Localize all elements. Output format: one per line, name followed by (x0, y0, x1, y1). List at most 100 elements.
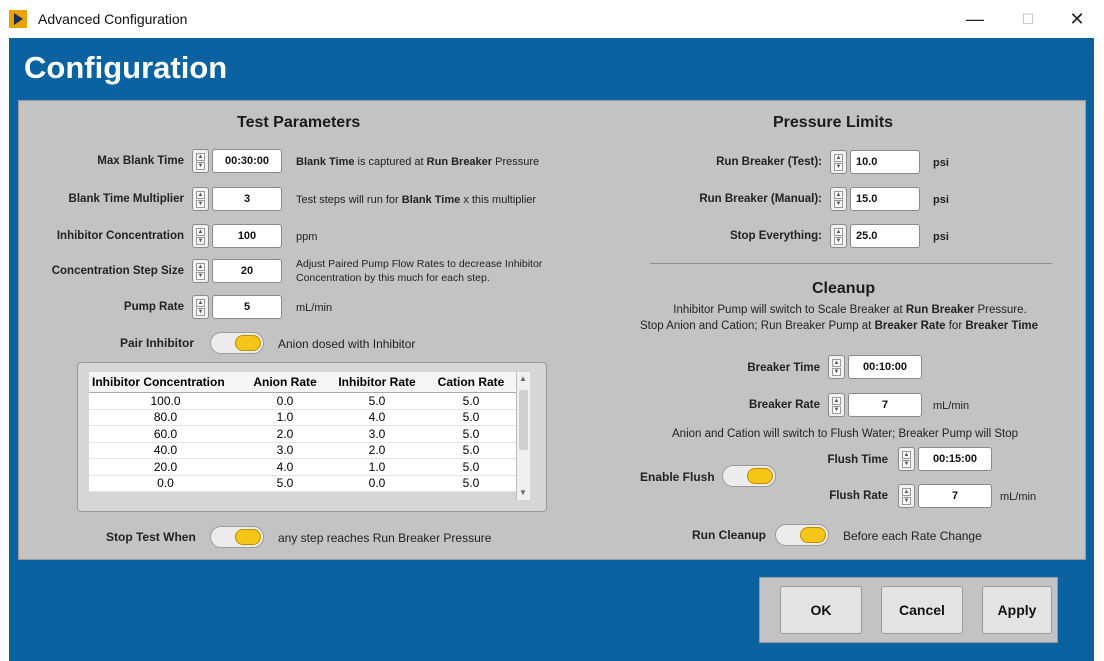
table-cell[interactable]: 3.0 (242, 442, 328, 459)
spin-up-icon[interactable]: ▲ (196, 153, 205, 161)
ok-button[interactable]: OK (780, 586, 862, 634)
table-cell[interactable]: 1.0 (328, 458, 426, 476)
spin-up-icon[interactable]: ▲ (832, 397, 841, 405)
spin-down-icon[interactable]: ▼ (196, 237, 205, 245)
table-cell[interactable]: 0.0 (89, 475, 242, 492)
breaker-rate-spinner[interactable]: ▲ ▼ (828, 393, 845, 417)
table-cell[interactable]: 5.0 (426, 392, 516, 410)
pump-rate-input[interactable]: 5 (212, 295, 282, 319)
scroll-up-icon[interactable]: ▲ (519, 374, 527, 383)
table-scrollbar[interactable]: ▲ ▼ (516, 372, 530, 500)
inhibitor-concentration-input[interactable]: 100 (212, 224, 282, 248)
breaker-rate-label: Breaker Rate (749, 399, 820, 411)
minimize-button[interactable]: — (960, 6, 990, 32)
pair-inhibitor-toggle[interactable] (210, 332, 264, 354)
table-row[interactable]: 80.0 1.0 4.0 5.0 (89, 409, 516, 426)
table-cell[interactable]: 60.0 (89, 425, 242, 443)
stop-test-when-toggle[interactable] (210, 526, 264, 548)
spin-down-icon[interactable]: ▼ (196, 272, 205, 280)
max-blank-time-input[interactable]: 00:30:00 (212, 149, 282, 173)
spin-down-icon[interactable]: ▼ (196, 308, 205, 316)
concentration-step-size-input[interactable]: 20 (212, 259, 282, 283)
pump-rate-spinner[interactable]: ▲ ▼ (192, 295, 209, 319)
table-cell[interactable]: 5.0 (426, 475, 516, 492)
table-cell[interactable]: 0.0 (242, 392, 328, 410)
spin-up-icon[interactable]: ▲ (196, 299, 205, 307)
flush-time-input[interactable]: 00:15:00 (918, 447, 992, 471)
spin-down-icon[interactable]: ▼ (832, 406, 841, 414)
blank-time-multiplier-input[interactable]: 3 (212, 187, 282, 211)
spin-up-icon[interactable]: ▲ (834, 191, 843, 199)
spin-up-icon[interactable]: ▲ (834, 154, 843, 162)
run-cleanup-toggle[interactable] (775, 524, 829, 546)
run-breaker-test-spinner[interactable]: ▲ ▼ (830, 150, 847, 174)
max-blank-time-spinner[interactable]: ▲ ▼ (192, 149, 209, 173)
spin-up-icon[interactable]: ▲ (902, 488, 911, 496)
table-cell[interactable]: 5.0 (242, 475, 328, 492)
table-cell[interactable]: 100.0 (89, 392, 242, 410)
close-button[interactable]: ✕ (1062, 6, 1092, 32)
spin-up-icon[interactable]: ▲ (196, 191, 205, 199)
table-cell[interactable]: 5.0 (426, 458, 516, 476)
table-row[interactable]: 0.0 5.0 0.0 5.0 (89, 475, 516, 492)
spin-up-icon[interactable]: ▲ (902, 451, 911, 459)
run-breaker-test-label: Run Breaker (Test): (716, 156, 822, 168)
cancel-button[interactable]: Cancel (881, 586, 963, 634)
flush-rate-input[interactable]: 7 (918, 484, 992, 508)
table-row[interactable]: 20.0 4.0 1.0 5.0 (89, 458, 516, 476)
run-breaker-test-input[interactable]: 10.0 (850, 150, 920, 174)
table-cell[interactable]: 4.0 (242, 458, 328, 476)
spin-up-icon[interactable]: ▲ (834, 228, 843, 236)
spin-up-icon[interactable]: ▲ (832, 359, 841, 367)
maximize-button[interactable]: ☐ (1013, 6, 1043, 32)
table-cell[interactable]: 4.0 (328, 409, 426, 426)
concentration-step-size-spinner[interactable]: ▲ ▼ (192, 259, 209, 283)
spin-down-icon[interactable]: ▼ (902, 460, 911, 468)
table-cell[interactable]: 40.0 (89, 442, 242, 459)
spin-down-icon[interactable]: ▼ (834, 200, 843, 208)
stop-everything-input[interactable]: 25.0 (850, 224, 920, 248)
spin-down-icon[interactable]: ▼ (834, 237, 843, 245)
apply-button[interactable]: Apply (982, 586, 1052, 634)
table-cell[interactable]: 5.0 (426, 409, 516, 426)
stop-everything-spinner[interactable]: ▲ ▼ (830, 224, 847, 248)
breaker-rate-input[interactable]: 7 (848, 393, 922, 417)
table-cell[interactable]: 5.0 (426, 442, 516, 459)
table-row[interactable]: 40.0 3.0 2.0 5.0 (89, 442, 516, 459)
table-cell[interactable]: 5.0 (426, 425, 516, 443)
table-row[interactable]: 60.0 2.0 3.0 5.0 (89, 425, 516, 443)
spin-down-icon[interactable]: ▼ (834, 163, 843, 171)
table-cell[interactable]: 3.0 (328, 425, 426, 443)
enable-flush-toggle[interactable] (722, 465, 776, 487)
spin-down-icon[interactable]: ▼ (196, 200, 205, 208)
run-breaker-manual-input[interactable]: 15.0 (850, 187, 920, 211)
breaker-time-input[interactable]: 00:10:00 (848, 355, 922, 379)
breaker-time-spinner[interactable]: ▲ ▼ (828, 355, 845, 379)
pressure-limits-heading: Pressure Limits (773, 114, 894, 131)
blank-time-multiplier-spinner[interactable]: ▲ ▼ (192, 187, 209, 211)
flush-time-spinner[interactable]: ▲ ▼ (898, 447, 915, 471)
spin-up-icon[interactable]: ▲ (196, 228, 205, 236)
table-row[interactable]: 100.0 0.0 5.0 5.0 (89, 392, 516, 410)
table-cell[interactable]: 80.0 (89, 409, 242, 426)
spin-down-icon[interactable]: ▼ (196, 162, 205, 170)
table-cell[interactable]: 2.0 (242, 425, 328, 443)
max-blank-time-note: Blank Time is captured at Run Breaker Pr… (296, 156, 539, 168)
inhibitor-concentration-spinner[interactable]: ▲ ▼ (192, 224, 209, 248)
table-cell[interactable]: 0.0 (328, 475, 426, 492)
scroll-thumb[interactable] (519, 390, 528, 450)
toggle-knob (235, 529, 261, 545)
table-cell[interactable]: 20.0 (89, 458, 242, 476)
table-cell[interactable]: 1.0 (242, 409, 328, 426)
concentration-step-note-line2: Concentration by this much for each step… (296, 272, 490, 284)
stop-everything-label: Stop Everything: (729, 230, 822, 242)
run-breaker-manual-spinner[interactable]: ▲ ▼ (830, 187, 847, 211)
table-cell[interactable]: 2.0 (328, 442, 426, 459)
scroll-down-icon[interactable]: ▼ (519, 488, 527, 497)
note-bold: Run Breaker (905, 304, 975, 316)
table-cell[interactable]: 5.0 (328, 392, 426, 410)
spin-down-icon[interactable]: ▼ (902, 497, 911, 505)
spin-up-icon[interactable]: ▲ (196, 263, 205, 271)
flush-rate-spinner[interactable]: ▲ ▼ (898, 484, 915, 508)
spin-down-icon[interactable]: ▼ (832, 368, 841, 376)
